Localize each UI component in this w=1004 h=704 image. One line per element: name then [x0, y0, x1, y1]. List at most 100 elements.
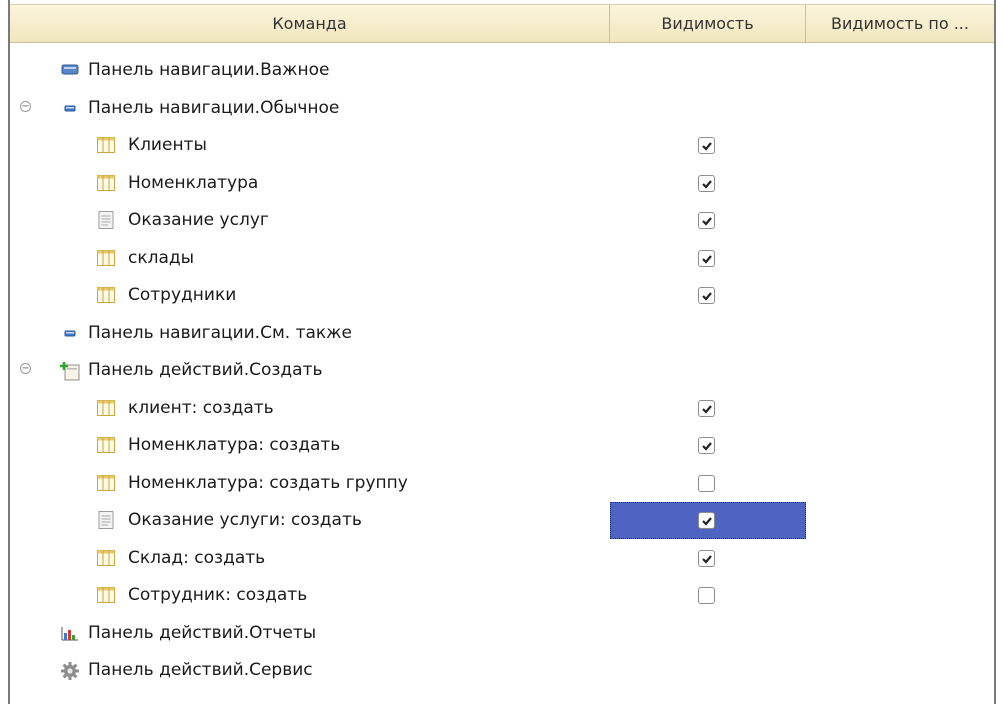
row-label: Панель навигации.Обычное: [88, 97, 340, 118]
tree-row[interactable]: Сотрудник: создать: [10, 577, 994, 614]
visibility-checkbox[interactable]: [698, 587, 715, 604]
tree-row[interactable]: Номенклатура: создать: [10, 427, 994, 464]
visibility-cell[interactable]: [610, 502, 806, 539]
tree-row[interactable]: клиент: создать: [10, 390, 994, 427]
table-header: Команда Видимость Видимость по ...: [10, 4, 994, 43]
visibility-by-cell[interactable]: [806, 52, 994, 89]
row-label: Панель навигации.См. также: [88, 322, 352, 343]
visibility-by-cell[interactable]: [806, 615, 994, 652]
visibility-cell[interactable]: [610, 90, 806, 127]
document-icon: [96, 211, 116, 229]
visibility-by-cell[interactable]: [806, 577, 994, 614]
nav-panel-important-icon: [60, 61, 80, 79]
visibility-by-cell[interactable]: [806, 165, 994, 202]
visibility-by-cell[interactable]: [806, 127, 994, 164]
service-gear-icon: [60, 661, 80, 680]
visibility-cell[interactable]: [610, 165, 806, 202]
row-label: Склад: создать: [128, 547, 266, 568]
visibility-by-cell[interactable]: [806, 465, 994, 502]
collapse-toggle-icon[interactable]: −: [20, 363, 31, 374]
visibility-by-cell[interactable]: [806, 427, 994, 464]
visibility-cell[interactable]: [610, 127, 806, 164]
tree-row[interactable]: Панель действий.Сервис: [10, 652, 994, 689]
visibility-by-cell[interactable]: [806, 390, 994, 427]
visibility-checkbox[interactable]: [698, 437, 715, 454]
visibility-by-cell[interactable]: [806, 352, 994, 389]
visibility-cell[interactable]: [610, 540, 806, 577]
catalog-icon: [96, 436, 116, 454]
row-label: Сотрудники: [128, 285, 237, 305]
visibility-cell[interactable]: [610, 315, 806, 352]
row-label: Панель действий.Отчеты: [88, 622, 317, 643]
tree-row[interactable]: Номенклатура: создать группу: [10, 465, 994, 502]
tree-row[interactable]: Оказание услуги: создать: [10, 502, 994, 539]
visibility-by-cell[interactable]: [806, 277, 994, 314]
visibility-cell[interactable]: [610, 427, 806, 464]
catalog-icon: [96, 249, 116, 267]
visibility-by-cell[interactable]: [806, 315, 994, 352]
nav-panel-see-also-icon: [60, 324, 80, 342]
tree-row[interactable]: Оказание услуг: [10, 202, 994, 239]
catalog-icon: [96, 474, 116, 492]
row-label: Номенклатура: создать: [128, 435, 341, 455]
catalog-icon: [96, 174, 116, 192]
tree-row[interactable]: склады: [10, 240, 994, 277]
visibility-by-cell[interactable]: [806, 652, 994, 689]
visibility-cell[interactable]: [610, 240, 806, 277]
catalog-icon: [96, 549, 116, 567]
tree-row[interactable]: Панель действий.Отчеты: [10, 615, 994, 652]
catalog-icon: [96, 286, 116, 304]
row-label: склады: [128, 247, 195, 268]
row-label: Номенклатура: создать группу: [128, 472, 408, 493]
row-label: Панель действий.Создать: [88, 360, 323, 380]
visibility-by-cell[interactable]: [806, 202, 994, 239]
catalog-icon: [96, 399, 116, 417]
tree-row[interactable]: Панель навигации.См. также: [10, 315, 994, 352]
tree-row[interactable]: Номенклатура: [10, 165, 994, 202]
visibility-by-cell[interactable]: [806, 90, 994, 127]
visibility-cell[interactable]: [610, 277, 806, 314]
visibility-checkbox[interactable]: [698, 137, 715, 154]
visibility-checkbox[interactable]: [698, 474, 715, 492]
visibility-checkbox[interactable]: [698, 174, 715, 192]
row-label: Оказание услуг: [128, 210, 269, 230]
reports-chart-icon: [60, 624, 80, 642]
row-label: Номенклатура: [128, 172, 259, 193]
collapse-toggle-icon[interactable]: −: [20, 100, 31, 112]
visibility-checkbox[interactable]: [698, 212, 715, 229]
catalog-icon: [96, 586, 116, 604]
column-header-visibility-by[interactable]: Видимость по ...: [806, 5, 994, 43]
visibility-checkbox[interactable]: [698, 512, 715, 529]
visibility-cell[interactable]: [610, 202, 806, 239]
visibility-cell[interactable]: [610, 615, 806, 652]
tree-row[interactable]: Склад: создать: [10, 540, 994, 577]
document-icon: [96, 511, 116, 529]
column-header-command[interactable]: Команда: [10, 5, 610, 43]
tree-row[interactable]: Панель навигации.Важное: [10, 52, 994, 89]
tree-row[interactable]: − Панель навигации.Обычное: [10, 90, 994, 127]
visibility-checkbox[interactable]: [698, 249, 715, 267]
visibility-by-cell[interactable]: [806, 240, 994, 277]
visibility-cell[interactable]: [610, 577, 806, 614]
visibility-by-cell[interactable]: [806, 540, 994, 577]
row-label: Панель навигации.Важное: [88, 60, 330, 80]
visibility-checkbox[interactable]: [698, 549, 715, 567]
row-label: Сотрудник: создать: [128, 585, 308, 605]
visibility-cell[interactable]: [610, 390, 806, 427]
column-header-visibility[interactable]: Видимость: [610, 5, 806, 43]
row-label: Панель действий.Сервис: [88, 660, 313, 680]
tree-row[interactable]: − Панель действий.Создать: [10, 352, 994, 389]
visibility-cell[interactable]: [610, 465, 806, 502]
tree-row[interactable]: Клиенты: [10, 127, 994, 164]
catalog-icon: [96, 136, 116, 154]
visibility-cell[interactable]: [610, 652, 806, 689]
row-label: Клиенты: [128, 135, 207, 155]
row-label: Оказание услуги: создать: [128, 510, 362, 530]
visibility-by-cell[interactable]: [806, 502, 994, 539]
visibility-cell[interactable]: [610, 352, 806, 389]
row-label: клиент: создать: [128, 397, 274, 418]
visibility-checkbox[interactable]: [698, 287, 715, 304]
tree-row[interactable]: Сотрудники: [10, 277, 994, 314]
visibility-cell[interactable]: [610, 52, 806, 89]
visibility-checkbox[interactable]: [698, 399, 715, 417]
